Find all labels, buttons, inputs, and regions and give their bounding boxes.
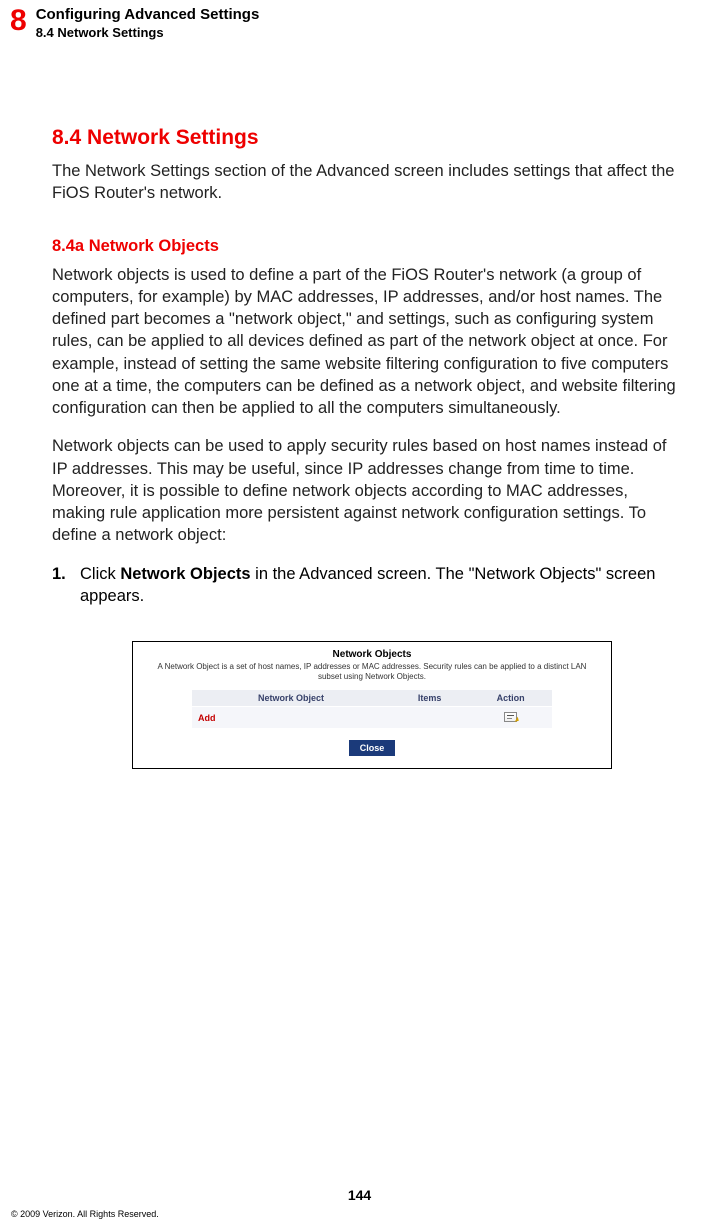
edit-icon[interactable] — [504, 712, 517, 722]
header-title: Configuring Advanced Settings — [36, 6, 260, 24]
subsection-heading: 8.4a Network Objects — [52, 237, 682, 256]
copyright: © 2009 Verizon. All Rights Reserved. — [11, 1209, 159, 1219]
step-number: 1. — [52, 563, 80, 608]
step-pre: Click — [80, 565, 120, 583]
running-header: 8 Configuring Advanced Settings 8.4 Netw… — [10, 6, 259, 41]
step-text: Click Network Objects in the Advanced sc… — [80, 563, 682, 608]
subsection-para-2: Network objects can be used to apply sec… — [52, 435, 682, 546]
network-objects-table: Network Object Items Action Add — [192, 690, 552, 728]
step-1: 1. Click Network Objects in the Advanced… — [52, 563, 682, 608]
section-heading: 8.4 Network Settings — [52, 126, 682, 150]
col-items: Items — [390, 690, 469, 707]
close-button[interactable]: Close — [349, 740, 396, 756]
screenshot-frame: Network Objects A Network Object is a se… — [132, 641, 612, 769]
page-content: 8.4 Network Settings The Network Setting… — [52, 126, 682, 769]
step-bold: Network Objects — [120, 565, 250, 583]
table-row: Add — [192, 707, 552, 729]
add-link[interactable]: Add — [198, 713, 216, 723]
col-network-object: Network Object — [192, 690, 390, 707]
chapter-number: 8 — [10, 6, 26, 36]
col-action: Action — [469, 690, 552, 707]
section-intro: The Network Settings section of the Adva… — [52, 160, 682, 205]
table-header-row: Network Object Items Action — [192, 690, 552, 707]
screenshot-description: A Network Object is a set of host names,… — [139, 662, 605, 690]
subsection-para-1: Network objects is used to define a part… — [52, 264, 682, 420]
header-subtitle: 8.4 Network Settings — [36, 25, 260, 41]
screenshot-title: Network Objects — [139, 647, 605, 662]
screenshot-container: Network Objects A Network Object is a se… — [132, 641, 612, 769]
page-number: 144 — [0, 1187, 719, 1203]
